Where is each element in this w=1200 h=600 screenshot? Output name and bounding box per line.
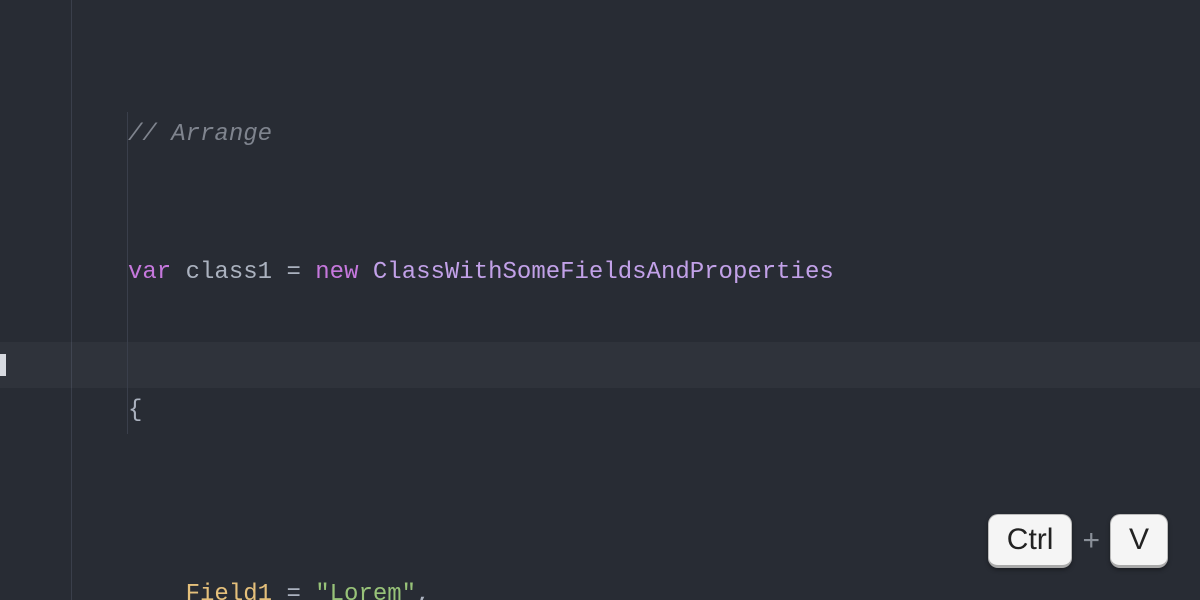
- code-line: var class1 = new ClassWithSomeFieldsAndP…: [128, 250, 834, 296]
- code-line: {: [128, 388, 834, 434]
- code-editor[interactable]: // Arrange var class1 = new ClassWithSom…: [72, 20, 834, 600]
- keyword-token: new: [315, 259, 358, 286]
- editor-gutter: [0, 0, 72, 600]
- brace-token: {: [128, 397, 142, 424]
- keyword-token: var: [128, 259, 171, 286]
- variable-token: class1: [186, 259, 272, 286]
- caret-marker: [0, 354, 6, 376]
- class-token: ClassWithSomeFieldsAndProperties: [373, 259, 834, 286]
- operator-token: =: [286, 581, 300, 600]
- code-line: // Arrange: [128, 112, 834, 158]
- string-token: "Lorem": [315, 581, 416, 600]
- field-token: Field1: [186, 581, 272, 600]
- comma-token: ,: [416, 581, 430, 600]
- key-ctrl: Ctrl: [988, 514, 1073, 568]
- plus-icon: +: [1082, 518, 1100, 564]
- code-line: Field1 = "Lorem",: [128, 572, 834, 600]
- operator-token: =: [272, 259, 315, 286]
- key-v: V: [1110, 514, 1168, 568]
- shortcut-overlay: Ctrl + V: [988, 514, 1168, 568]
- comment-token: // Arrange: [128, 121, 272, 148]
